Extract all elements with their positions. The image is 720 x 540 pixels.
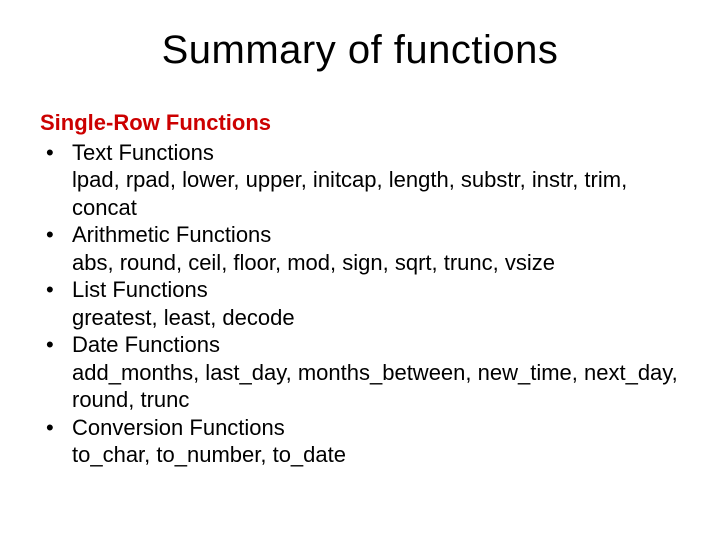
bullet-list: Text Functions lpad, rpad, lower, upper,… — [40, 139, 680, 469]
item-details: lpad, rpad, lower, upper, initcap, lengt… — [72, 166, 680, 221]
item-title: Text Functions — [72, 139, 680, 167]
item-details: greatest, least, decode — [72, 304, 680, 332]
list-item: List Functions greatest, least, decode — [40, 276, 680, 331]
item-title: Arithmetic Functions — [72, 221, 680, 249]
item-title: List Functions — [72, 276, 680, 304]
item-details: to_char, to_number, to_date — [72, 441, 680, 469]
item-details: abs, round, ceil, floor, mod, sign, sqrt… — [72, 249, 680, 277]
slide: Summary of functions Single-Row Function… — [0, 0, 720, 540]
list-item: Arithmetic Functions abs, round, ceil, f… — [40, 221, 680, 276]
list-item: Conversion Functions to_char, to_number,… — [40, 414, 680, 469]
item-title: Date Functions — [72, 331, 680, 359]
slide-body: Single-Row Functions Text Functions lpad… — [0, 91, 720, 469]
list-item: Date Functions add_months, last_day, mon… — [40, 331, 680, 414]
list-item: Text Functions lpad, rpad, lower, upper,… — [40, 139, 680, 222]
item-details: add_months, last_day, months_between, ne… — [72, 359, 680, 414]
item-title: Conversion Functions — [72, 414, 680, 442]
slide-title: Summary of functions — [0, 0, 720, 91]
section-header: Single-Row Functions — [40, 109, 680, 137]
